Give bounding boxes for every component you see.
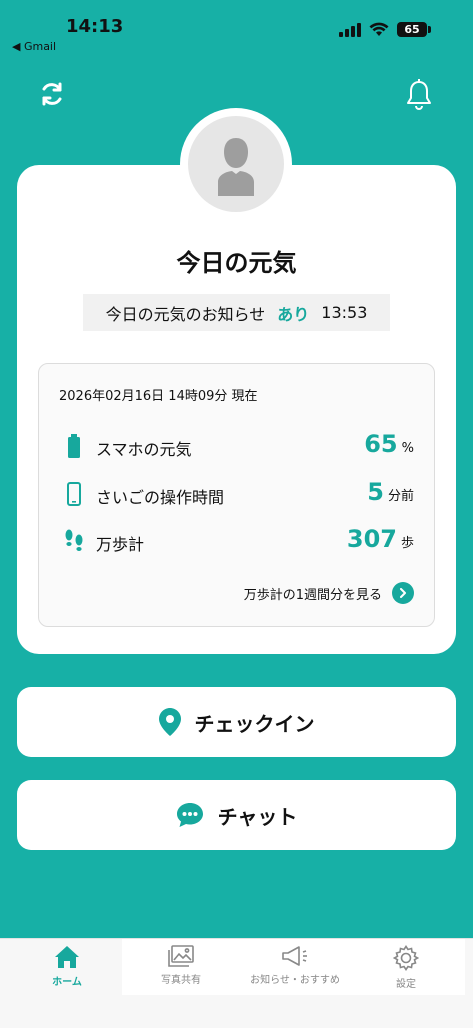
- stat-value: 307: [346, 525, 397, 553]
- checkin-label: チェックイン: [194, 711, 315, 736]
- refresh-icon: [42, 82, 62, 106]
- stats-panel: 2026年02月16日 14時09分 現在 スマホの元気 65 % さいごの操作…: [38, 363, 435, 627]
- weekly-link-label: 万歩計の1週間分を見る: [243, 587, 382, 603]
- tab-label: 写真共有: [161, 975, 201, 986]
- notification-button[interactable]: [399, 74, 439, 114]
- footprints-icon: [65, 529, 83, 551]
- status-time: 14:13: [66, 16, 124, 37]
- battery-icon: 65: [397, 22, 431, 37]
- stat-unit: 歩: [400, 536, 414, 551]
- stat-value: 65: [364, 430, 398, 458]
- tab-label: ホーム: [52, 977, 82, 988]
- megaphone-icon: [282, 946, 307, 966]
- card-title: 今日の元気: [176, 249, 297, 277]
- bell-icon: [407, 79, 431, 110]
- chevron-right-icon: [392, 582, 414, 604]
- photo-icon: [168, 945, 194, 967]
- stat-row-pedometer: 万歩計 307 歩: [39, 525, 436, 557]
- tab-settings[interactable]: 設定: [347, 939, 465, 995]
- bottom-tab-bar: ホーム 写真共有 お知らせ・おすすめ 設定: [0, 938, 473, 1028]
- stat-label: 万歩計: [96, 535, 145, 554]
- stats-date: 2026年02月16日 14時09分 現在: [59, 389, 258, 404]
- stat-unit: %: [401, 441, 414, 456]
- status-icons: 65: [339, 22, 431, 37]
- chat-label: チャット: [217, 804, 298, 829]
- stat-row-last-operation: さいごの操作時間 5 分前: [39, 478, 436, 510]
- avatar[interactable]: [188, 116, 284, 212]
- notice-banner: 今日の元気のお知らせ あり 13:53: [83, 294, 390, 331]
- stat-unit: 分前: [387, 489, 414, 504]
- wifi-icon: [369, 22, 389, 36]
- stat-label: スマホの元気: [96, 440, 192, 459]
- tab-home[interactable]: ホーム: [8, 939, 126, 995]
- chat-bubble-icon: [176, 803, 203, 827]
- battery-icon: [68, 434, 80, 458]
- back-to-app-link[interactable]: ◀ Gmail: [12, 40, 56, 53]
- stat-label: さいごの操作時間: [96, 488, 225, 507]
- tab-photo-share[interactable]: 写真共有: [122, 939, 240, 995]
- tab-label: 設定: [396, 979, 416, 990]
- phone-icon: [67, 482, 81, 506]
- weekly-pedometer-link[interactable]: 万歩計の1週間分を見る: [244, 582, 414, 604]
- home-icon: [55, 946, 79, 968]
- chat-button[interactable]: チャット: [17, 780, 456, 850]
- notice-label: 今日の元気のお知らせ: [105, 304, 266, 324]
- tab-news[interactable]: お知らせ・おすすめ: [236, 939, 354, 995]
- notice-status: あり: [277, 304, 310, 324]
- signal-icon: [339, 22, 361, 37]
- checkin-button[interactable]: チェックイン: [17, 687, 456, 757]
- status-bar: 14:13 ◀ Gmail 65: [0, 0, 473, 60]
- battery-level: 65: [404, 23, 420, 36]
- refresh-button[interactable]: [32, 74, 72, 114]
- stat-value: 5: [367, 478, 384, 506]
- person-silhouette-icon: [218, 138, 254, 196]
- location-pin-icon: [158, 708, 181, 736]
- notice-time: 13:53: [321, 303, 368, 322]
- tab-label: お知らせ・おすすめ: [250, 975, 340, 986]
- gear-icon: [393, 945, 419, 971]
- stat-row-battery: スマホの元気 65 %: [39, 430, 436, 462]
